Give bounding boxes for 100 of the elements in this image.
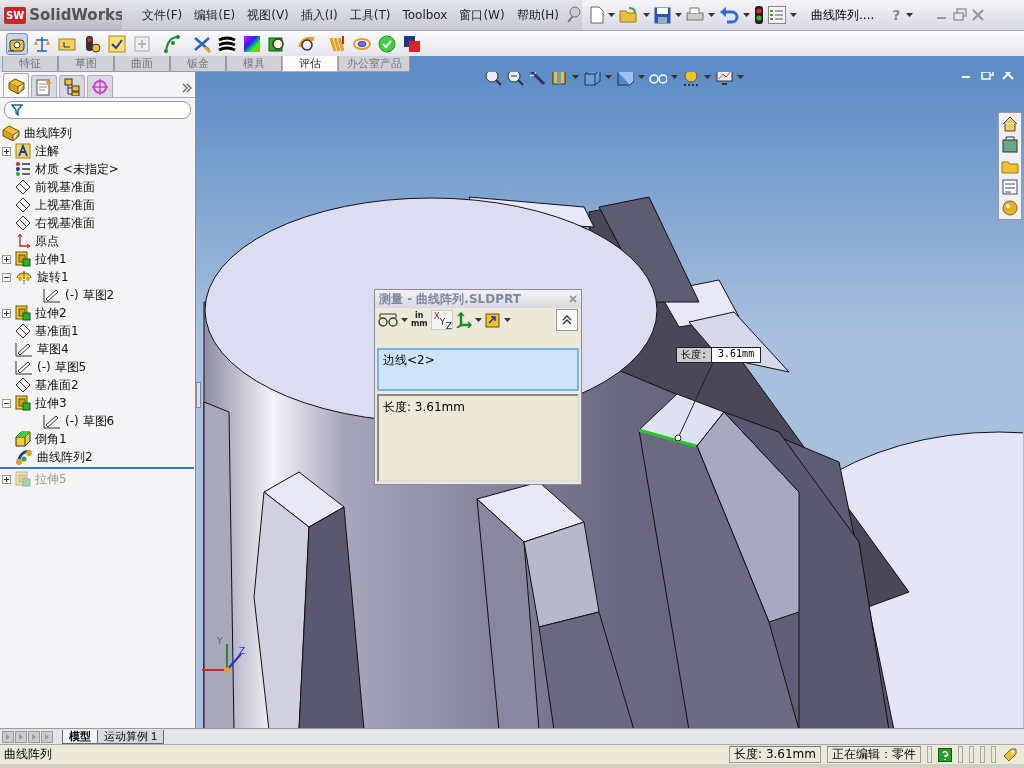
arc-condition-button[interactable] <box>378 313 398 327</box>
wand-icon[interactable] <box>528 72 546 86</box>
logo-badge: SW <box>4 6 27 24</box>
tree-item[interactable]: 拉伸3 <box>35 394 67 412</box>
collapse-icon[interactable] <box>2 398 11 408</box>
tag-icon[interactable] <box>1002 746 1018 763</box>
xyz-button[interactable]: X YZ <box>430 310 453 330</box>
plane-icon <box>15 215 31 231</box>
traffic-light-icon[interactable] <box>754 5 764 25</box>
caret-icon[interactable] <box>790 12 797 18</box>
section-view-icon[interactable] <box>550 72 568 86</box>
selection-list[interactable]: 边线<2> <box>377 348 579 391</box>
zoom-area-icon[interactable] <box>506 72 524 86</box>
filter-field[interactable] <box>4 101 191 119</box>
plane-icon <box>15 179 31 195</box>
menu-item[interactable]: 编辑(E) <box>188 6 242 24</box>
sheet-tab[interactable]: 模型 <box>62 729 98 744</box>
expand-icon[interactable] <box>2 308 11 318</box>
units-button[interactable]: in mm <box>411 312 428 328</box>
menu-item[interactable]: 视图(V) <box>241 6 295 24</box>
undo-arrow-icon[interactable] <box>719 6 739 24</box>
sheet-tab[interactable]: 运动算例 1 <box>97 729 165 744</box>
command-tab[interactable]: 评估 <box>282 56 338 72</box>
expand-icon[interactable] <box>2 474 11 484</box>
panel-tab[interactable] <box>31 75 57 97</box>
monitor-scene-icon[interactable] <box>715 72 733 86</box>
configuration-icon <box>63 77 81 96</box>
tree-item[interactable]: (-) 草图5 <box>37 358 87 376</box>
caret-icon[interactable] <box>675 12 682 18</box>
extrude-icon <box>15 395 31 411</box>
tree-item[interactable]: (-) 草图6 <box>65 412 115 430</box>
expand-icon[interactable] <box>2 254 11 264</box>
help-icon[interactable] <box>938 747 952 762</box>
glasses-icon[interactable] <box>649 72 667 86</box>
highlighted-edge[interactable] <box>638 428 697 448</box>
zebra-stripes-icon <box>218 34 236 53</box>
magnifier-box-icon <box>268 34 286 53</box>
pushpin-icon[interactable] <box>565 6 582 24</box>
checkbox-button[interactable] <box>106 32 128 55</box>
tree-item[interactable]: 基准面2 <box>35 376 79 394</box>
tree-item[interactable]: 拉伸1 <box>35 250 67 268</box>
caret-icon[interactable] <box>708 12 715 18</box>
crosshair-target-icon <box>91 77 109 96</box>
home-icon[interactable] <box>1001 115 1019 133</box>
caret-icon[interactable] <box>643 12 650 18</box>
tree-item[interactable]: 上视基准面 <box>35 196 95 214</box>
tree-item[interactable]: 原点 <box>35 232 59 250</box>
menu-item[interactable]: 插入(I) <box>294 6 344 24</box>
check-circle-button[interactable] <box>376 32 398 55</box>
caret-icon[interactable] <box>906 12 914 18</box>
status-message: 曲线阵列 <box>3 746 53 763</box>
part-library-icon[interactable] <box>1001 136 1019 154</box>
caret-icon[interactable] <box>401 317 408 323</box>
panel-tab[interactable] <box>87 75 113 97</box>
material-list-icon <box>15 161 31 177</box>
view-cube-icon[interactable] <box>583 72 601 86</box>
panel-tab[interactable] <box>3 73 29 97</box>
menu-item[interactable]: Toolbox <box>396 8 454 22</box>
splitter-handle[interactable] <box>196 382 201 408</box>
plane-icon <box>15 323 31 339</box>
appearance-ball-icon[interactable] <box>1001 199 1019 217</box>
curve-points-button[interactable] <box>161 32 183 55</box>
caret-icon[interactable] <box>608 12 615 18</box>
curve-pattern-icon <box>15 449 33 465</box>
axis-label: Y <box>217 636 223 646</box>
menu-item[interactable]: 文件(F) <box>136 6 189 24</box>
tree-item[interactable]: 曲线阵列 <box>24 124 72 142</box>
chevron-double-right-icon[interactable] <box>182 83 192 93</box>
tree-item[interactable]: (-) 草图2 <box>65 286 115 304</box>
tree-item[interactable]: 基准面1 <box>35 322 79 340</box>
extrude-icon <box>15 251 31 267</box>
panel-tab[interactable] <box>59 75 85 97</box>
tree-item[interactable]: 拉伸2 <box>35 304 67 322</box>
menu-item[interactable]: 窗口(W) <box>453 6 511 24</box>
tree-item[interactable]: 前视基准面 <box>35 178 95 196</box>
display-style-icon[interactable] <box>616 72 634 86</box>
tree-item[interactable]: 倒角1 <box>35 430 67 448</box>
tree-item[interactable]: 曲线阵列2 <box>37 448 93 466</box>
caret-icon[interactable] <box>474 317 482 323</box>
tape-measure-button[interactable] <box>6 32 28 55</box>
coordinate-system-button[interactable] <box>455 312 472 328</box>
zoom-fit-icon[interactable] <box>484 72 502 86</box>
menu-item[interactable]: 帮助(H) <box>510 6 566 24</box>
expand-icon[interactable] <box>2 146 11 156</box>
tree-item[interactable]: 右视基准面 <box>35 214 95 232</box>
dialog-title: 测量 - 曲线阵列.SLDPRT <box>379 290 522 308</box>
projection-button[interactable] <box>484 312 501 328</box>
tree-item[interactable]: 材质 <未指定> <box>35 160 119 178</box>
tree-item[interactable]: 注解 <box>35 142 59 160</box>
tree-item[interactable]: 旋转1 <box>37 268 69 286</box>
collapse-icon[interactable] <box>2 272 11 282</box>
part-icon <box>2 125 20 141</box>
collapse-button[interactable] <box>556 309 578 331</box>
tree-item[interactable]: 草图4 <box>37 340 69 358</box>
caret-icon[interactable] <box>503 317 511 323</box>
caret-icon[interactable] <box>743 12 750 18</box>
menu-item[interactable]: 工具(T) <box>343 6 397 24</box>
view-palette-icon[interactable] <box>1001 178 1019 196</box>
color-bars-icon <box>328 34 346 53</box>
check-circle-icon <box>378 34 396 53</box>
